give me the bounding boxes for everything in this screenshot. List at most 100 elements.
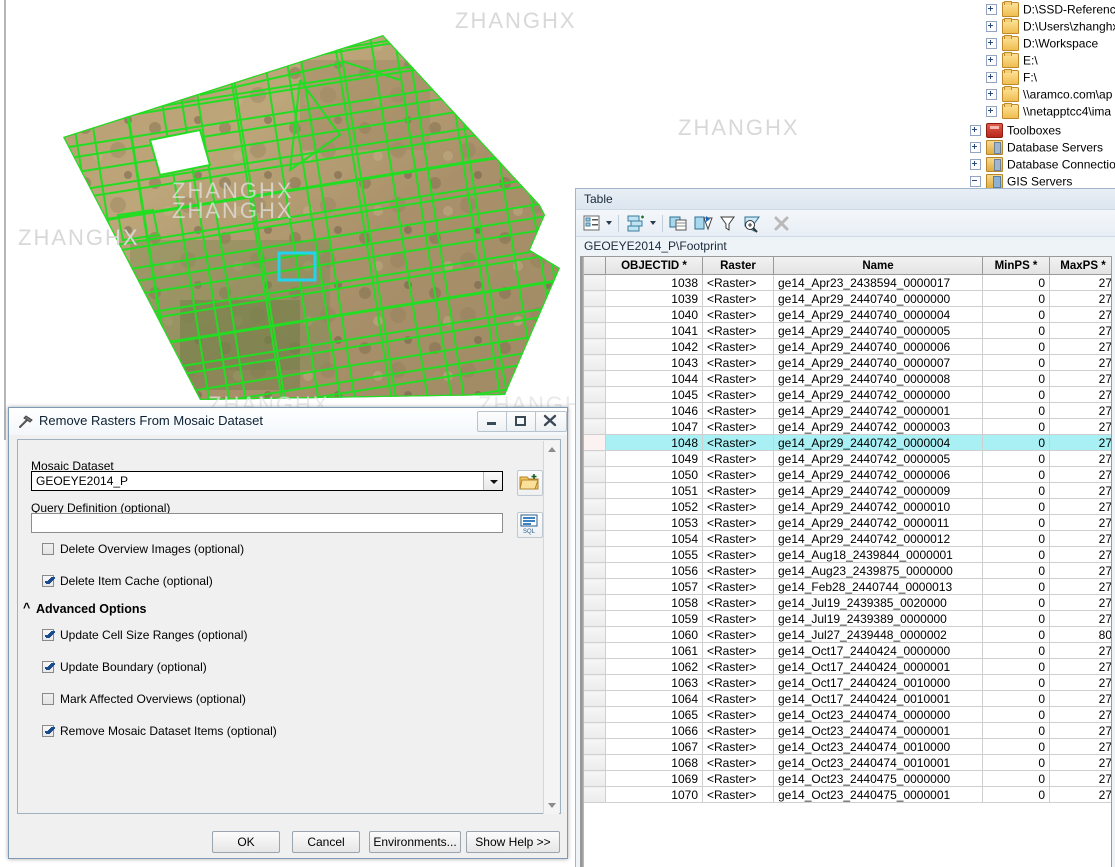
cell-minps[interactable]: 0	[982, 514, 1050, 531]
cell-name[interactable]: ge14_Apr29_2440742_0000011	[773, 514, 983, 531]
cell-name[interactable]: ge14_Apr29_2440740_0000006	[773, 338, 983, 355]
cell-raster[interactable]: <Raster>	[702, 738, 774, 755]
cell-raster[interactable]: <Raster>	[702, 562, 774, 579]
cell-minps[interactable]: 0	[982, 402, 1050, 419]
catalog-tree[interactable]: D:\SSD-Reference D:\Users\zhanghx D:\Wor…	[940, 0, 1115, 190]
cell-minps[interactable]: 0	[982, 498, 1050, 515]
expand-plus-icon[interactable]	[986, 38, 997, 50]
cell-maxps[interactable]: 27	[1049, 354, 1111, 371]
minimize-button[interactable]	[477, 411, 508, 432]
tree-item-toolboxes[interactable]: Toolboxes	[970, 122, 1061, 139]
cell-name[interactable]: ge14_Apr29_2440742_0000003	[773, 418, 983, 435]
cell-maxps[interactable]: 27	[1049, 370, 1111, 387]
row-selector-cell[interactable]	[581, 386, 606, 403]
cell-objectid[interactable]: 1042	[605, 338, 703, 355]
cell-objectid[interactable]: 1061	[605, 642, 703, 659]
cell-raster[interactable]: <Raster>	[702, 306, 774, 323]
cell-raster[interactable]: <Raster>	[702, 690, 774, 707]
cell-raster[interactable]: <Raster>	[702, 594, 774, 611]
tree-item-drive-f[interactable]: F:\	[986, 69, 1037, 86]
table-row[interactable]: 1069 <Raster> ge14_Oct23_2440475_0000000 0 2…	[581, 770, 1111, 787]
row-selector-cell[interactable]	[581, 306, 606, 323]
cell-minps[interactable]: 0	[982, 626, 1050, 643]
cell-maxps[interactable]: 27	[1049, 658, 1111, 675]
row-selector-cell[interactable]	[581, 450, 606, 467]
cell-objectid[interactable]: 1058	[605, 594, 703, 611]
row-selector-cell[interactable]	[581, 402, 606, 419]
cell-minps[interactable]: 0	[982, 642, 1050, 659]
delete-overview-images-checkbox[interactable]: Delete Overview Images (optional)	[42, 542, 244, 556]
table-row[interactable]: 1049 <Raster> ge14_Apr29_2440742_0000005 0 2…	[581, 450, 1111, 467]
cell-maxps[interactable]: 27	[1049, 306, 1111, 323]
cell-maxps[interactable]: 27	[1049, 770, 1111, 787]
cell-name[interactable]: ge14_Apr29_2440742_0000005	[773, 450, 983, 467]
cell-maxps[interactable]: 27	[1049, 386, 1111, 403]
row-selector-cell[interactable]	[581, 770, 606, 787]
table-row[interactable]: 1048 <Raster> ge14_Apr29_2440742_0000004 0 2…	[581, 434, 1111, 451]
cell-name[interactable]: ge14_Oct23_2440474_0010000	[773, 738, 983, 755]
tree-item-workspace[interactable]: D:\Workspace	[986, 35, 1098, 52]
table-row[interactable]: 1061 <Raster> ge14_Oct17_2440424_0000000 0 2…	[581, 642, 1111, 659]
cell-name[interactable]: ge14_Oct17_2440424_0000000	[773, 642, 983, 659]
dialog-title-bar[interactable]: Remove Rasters From Mosaic Dataset	[9, 408, 567, 435]
table-row[interactable]: 1040 <Raster> ge14_Apr29_2440740_0000004 0 2…	[581, 306, 1111, 323]
row-selector-cell[interactable]	[581, 754, 606, 771]
column-header-raster[interactable]: Raster	[702, 257, 774, 275]
cell-objectid[interactable]: 1062	[605, 658, 703, 675]
expand-plus-icon[interactable]	[986, 72, 997, 84]
table-row[interactable]: 1038 <Raster> ge14_Apr23_2438594_0000017 0 2…	[581, 274, 1111, 291]
cell-name[interactable]: ge14_Apr29_2440742_0000006	[773, 466, 983, 483]
cell-objectid[interactable]: 1066	[605, 722, 703, 739]
cell-maxps[interactable]: 27	[1049, 674, 1111, 691]
update-boundary-checkbox[interactable]: Update Boundary (optional)	[42, 660, 207, 674]
cell-maxps[interactable]: 27	[1049, 402, 1111, 419]
cell-minps[interactable]: 0	[982, 386, 1050, 403]
cell-name[interactable]: ge14_Apr23_2438594_0000017	[773, 274, 983, 291]
cell-raster[interactable]: <Raster>	[702, 338, 774, 355]
delete-item-cache-checkbox[interactable]: Delete Item Cache (optional)	[42, 574, 213, 588]
column-header-maxps[interactable]: MaxPS *	[1049, 257, 1111, 275]
update-cell-size-ranges-checkbox[interactable]: Update Cell Size Ranges (optional)	[42, 628, 247, 642]
table-row[interactable]: 1044 <Raster> ge14_Apr29_2440740_0000008 0 2…	[581, 370, 1111, 387]
cell-objectid[interactable]: 1055	[605, 546, 703, 563]
cell-name[interactable]: ge14_Oct23_2440475_0000000	[773, 770, 983, 787]
cell-raster[interactable]: <Raster>	[702, 770, 774, 787]
cell-minps[interactable]: 0	[982, 306, 1050, 323]
clear-selection-icon[interactable]	[718, 214, 738, 233]
column-header-objectid[interactable]: OBJECTID *	[605, 257, 703, 275]
table-options-dropdown-icon[interactable]	[606, 221, 612, 225]
row-selector-cell[interactable]	[581, 482, 606, 499]
environments-button[interactable]: Environments...	[369, 831, 461, 853]
cell-maxps[interactable]: 27	[1049, 546, 1111, 563]
row-selector-cell[interactable]	[581, 706, 606, 723]
ok-button[interactable]: OK	[212, 831, 280, 853]
row-selector-cell[interactable]	[581, 466, 606, 483]
cell-name[interactable]: ge14_Oct23_2440474_0000001	[773, 722, 983, 739]
table-row[interactable]: 1056 <Raster> ge14_Aug23_2439875_0000000 0 2…	[581, 562, 1111, 579]
cell-raster[interactable]: <Raster>	[702, 434, 774, 451]
remove-mosaic-dataset-items-checkbox[interactable]: Remove Mosaic Dataset Items (optional)	[42, 724, 277, 738]
expand-plus-icon[interactable]	[970, 159, 981, 171]
checkbox-icon[interactable]	[42, 693, 54, 705]
column-header-name[interactable]: Name	[773, 257, 983, 275]
cell-minps[interactable]: 0	[982, 754, 1050, 771]
cell-name[interactable]: ge14_Aug18_2439844_0000001	[773, 546, 983, 563]
cell-minps[interactable]: 0	[982, 706, 1050, 723]
cell-raster[interactable]: <Raster>	[702, 706, 774, 723]
cell-name[interactable]: ge14_Jul27_2439448_0000002	[773, 626, 983, 643]
cell-minps[interactable]: 0	[982, 594, 1050, 611]
cell-name[interactable]: ge14_Oct17_2440424_0010001	[773, 690, 983, 707]
cell-maxps[interactable]: 27	[1049, 498, 1111, 515]
query-definition-input[interactable]	[31, 513, 503, 533]
checkbox-icon[interactable]	[42, 661, 54, 673]
checkbox-icon[interactable]	[42, 543, 54, 555]
cell-name[interactable]: ge14_Oct17_2440424_0000001	[773, 658, 983, 675]
cell-name[interactable]: ge14_Apr29_2440742_0000001	[773, 402, 983, 419]
cell-raster[interactable]: <Raster>	[702, 722, 774, 739]
row-selector-cell[interactable]	[581, 738, 606, 755]
cell-objectid[interactable]: 1050	[605, 466, 703, 483]
expand-plus-icon[interactable]	[970, 125, 981, 137]
cell-minps[interactable]: 0	[982, 530, 1050, 547]
cell-objectid[interactable]: 1054	[605, 530, 703, 547]
cell-objectid[interactable]: 1039	[605, 290, 703, 307]
